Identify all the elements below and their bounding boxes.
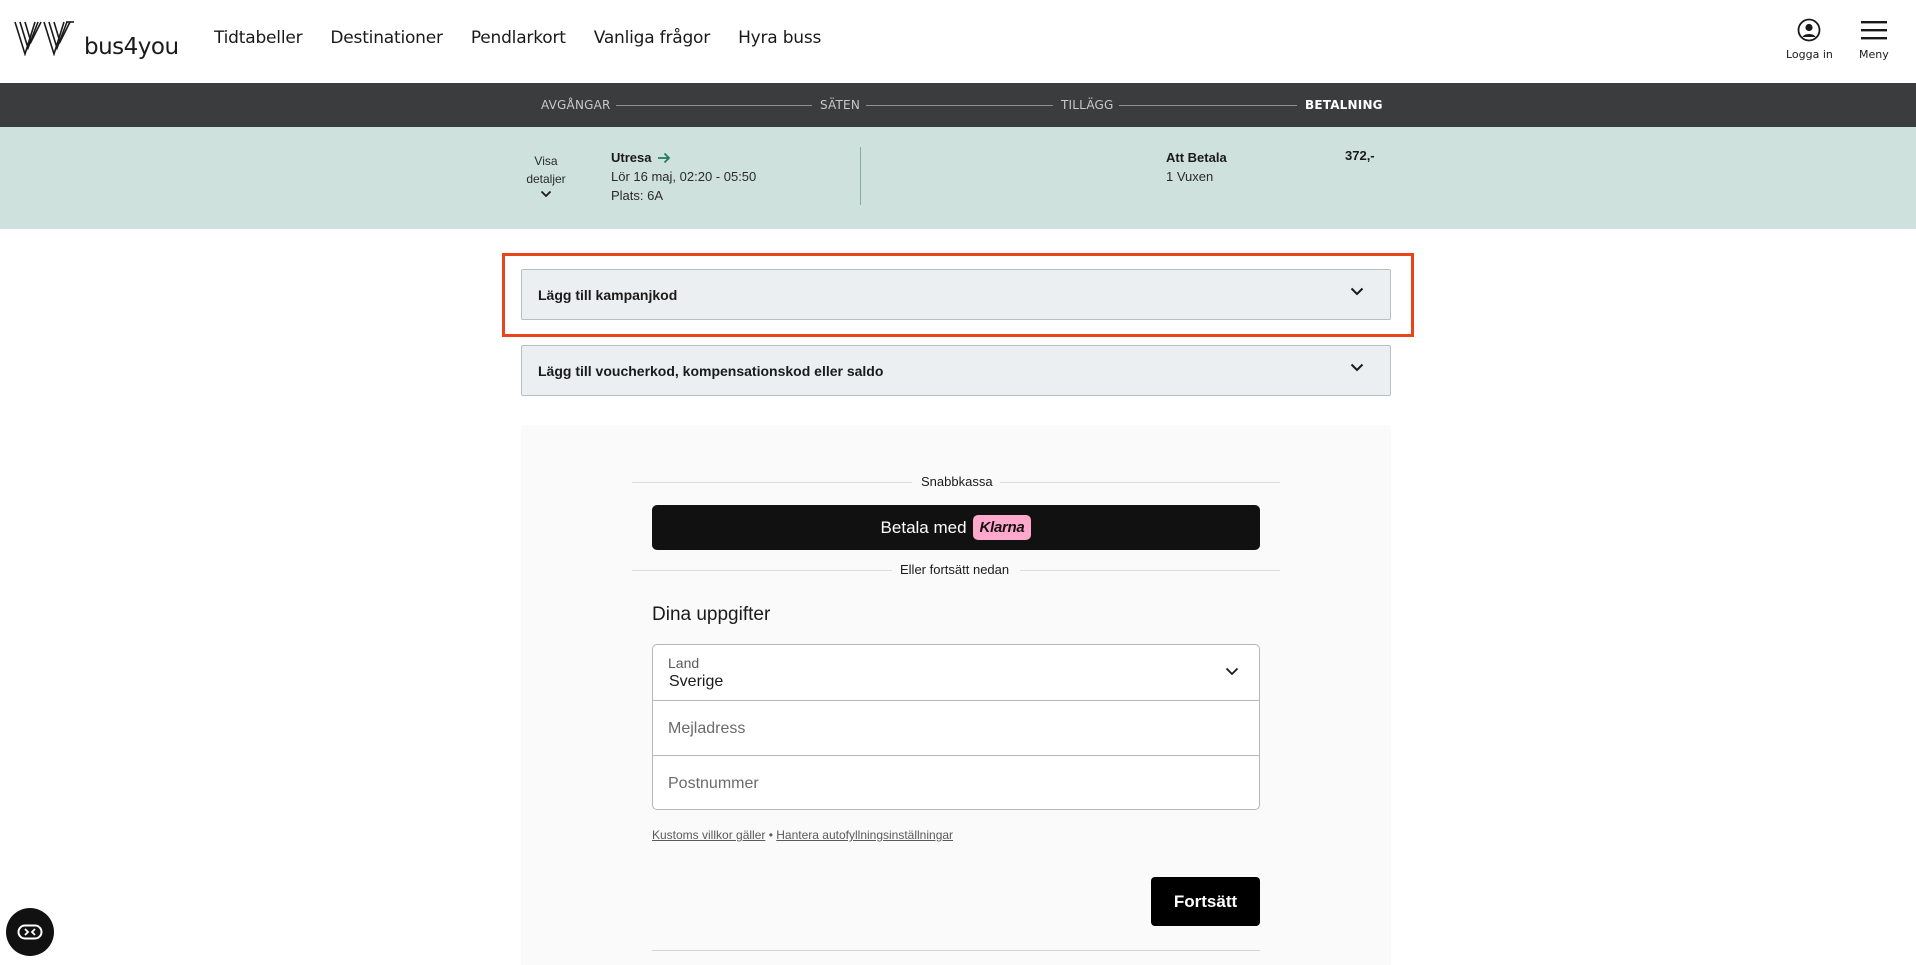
trip-seat: Plats: 6A xyxy=(611,188,664,203)
site-header: bus4you Tidtabeller Destinationer Pendla… xyxy=(0,0,1916,83)
arrow-right-icon xyxy=(658,152,671,163)
separator-line xyxy=(1000,482,1280,483)
accessibility-icon xyxy=(17,924,43,940)
nav-hyra-buss[interactable]: Hyra buss xyxy=(738,28,821,48)
step-avgangar: AVGÅNGAR xyxy=(541,98,611,112)
main-nav: Tidtabeller Destinationer Pendlarkort Va… xyxy=(214,28,821,48)
continue-button[interactable]: Fortsätt xyxy=(1151,877,1260,926)
trip-date: Lör 16 maj, 02:20 - 05:50 xyxy=(611,169,757,184)
trip-title-row: Utresa xyxy=(611,148,756,167)
country-select[interactable]: Land Sverige xyxy=(653,645,1259,700)
terms-link[interactable]: Kustoms villkor gäller xyxy=(652,828,765,842)
autofill-settings-link[interactable]: Hantera autofyllningsinställningar xyxy=(776,828,953,842)
nav-destinationer[interactable]: Destinationer xyxy=(330,28,443,48)
hamburger-icon xyxy=(1860,21,1887,40)
chevron-down-icon xyxy=(1350,363,1364,372)
country-label: Land xyxy=(668,655,700,671)
separator-line xyxy=(632,570,892,571)
pay-title: Att Betala xyxy=(1166,150,1227,165)
postal-code-field-wrapper xyxy=(653,755,1259,811)
pay-passengers: 1 Vuxen xyxy=(1166,169,1214,184)
email-field[interactable] xyxy=(668,701,1238,756)
show-details-toggle[interactable]: Visa detaljer xyxy=(520,152,572,198)
brand-name: bus4you xyxy=(84,34,179,60)
step-connector xyxy=(616,105,812,106)
step-connector xyxy=(866,105,1053,106)
nav-vanliga-fragor[interactable]: Vanliga frågor xyxy=(594,28,711,48)
legal-links: Kustoms villkor gäller • Hantera autofyl… xyxy=(652,828,953,842)
klarna-logo: Klarna xyxy=(972,515,1032,540)
campaign-code-label: Lägg till kampanjkod xyxy=(538,286,678,303)
email-field-wrapper xyxy=(653,700,1259,756)
postal-code-field[interactable] xyxy=(668,756,1238,811)
voucher-code-label: Lägg till voucherkod, kompensationskod e… xyxy=(538,362,884,379)
klarna-prefix: Betala med xyxy=(880,517,967,537)
separator-line xyxy=(1020,570,1280,571)
login-label: Logga in xyxy=(1786,48,1833,61)
form-bottom-divider xyxy=(652,950,1260,951)
chevron-down-icon xyxy=(1350,287,1364,296)
trip-info: Utresa Lör 16 maj, 02:20 - 05:50 Plats: … xyxy=(611,148,756,205)
user-circle-icon xyxy=(1798,18,1821,42)
checkout-progress: AVGÅNGAR SÄTEN TILLÄGG BETALNING xyxy=(0,83,1916,127)
menu-label: Meny xyxy=(1859,48,1889,61)
booking-summary: Visa detaljer Utresa Lör 16 maj, 02:20 -… xyxy=(0,127,1916,229)
klarna-pay-button[interactable]: Betala med Klarna xyxy=(652,505,1260,550)
menu-button[interactable]: Meny xyxy=(1859,18,1889,61)
chevron-down-icon xyxy=(1225,667,1239,676)
separator-line xyxy=(632,482,912,483)
accessibility-button[interactable] xyxy=(6,908,54,956)
step-betalning: BETALNING xyxy=(1305,98,1383,112)
details-section-title: Dina uppgifter xyxy=(652,604,771,625)
step-saten: SÄTEN xyxy=(820,98,861,112)
trip-title: Utresa xyxy=(611,150,652,165)
show-details-label-2: detaljer xyxy=(526,172,566,186)
link-separator: • xyxy=(768,828,773,842)
chevron-down-icon xyxy=(540,190,552,198)
voucher-code-accordion[interactable]: Lägg till voucherkod, kompensationskod e… xyxy=(521,345,1391,396)
show-details-label-1: Visa xyxy=(534,154,558,168)
or-continue-label: Eller fortsätt nedan xyxy=(893,562,1017,577)
nav-pendlarkort[interactable]: Pendlarkort xyxy=(471,28,566,48)
total-amount: 372,- xyxy=(1345,148,1375,163)
vy-logo-icon xyxy=(14,21,74,56)
login-button[interactable]: Logga in xyxy=(1786,18,1833,61)
step-tillagg: TILLÄGG xyxy=(1061,98,1114,112)
campaign-code-accordion[interactable]: Lägg till kampanjkod xyxy=(521,269,1391,320)
contact-form: Land Sverige xyxy=(652,644,1260,811)
brand-logo[interactable]: bus4you xyxy=(14,20,179,60)
payment-info: Att Betala 1 Vuxen xyxy=(1166,148,1227,186)
express-checkout-label: Snabbkassa xyxy=(914,474,1000,489)
country-value: Sverige xyxy=(669,673,724,690)
nav-tidtabeller[interactable]: Tidtabeller xyxy=(214,28,303,48)
step-connector xyxy=(1119,105,1297,106)
summary-divider xyxy=(860,147,861,205)
